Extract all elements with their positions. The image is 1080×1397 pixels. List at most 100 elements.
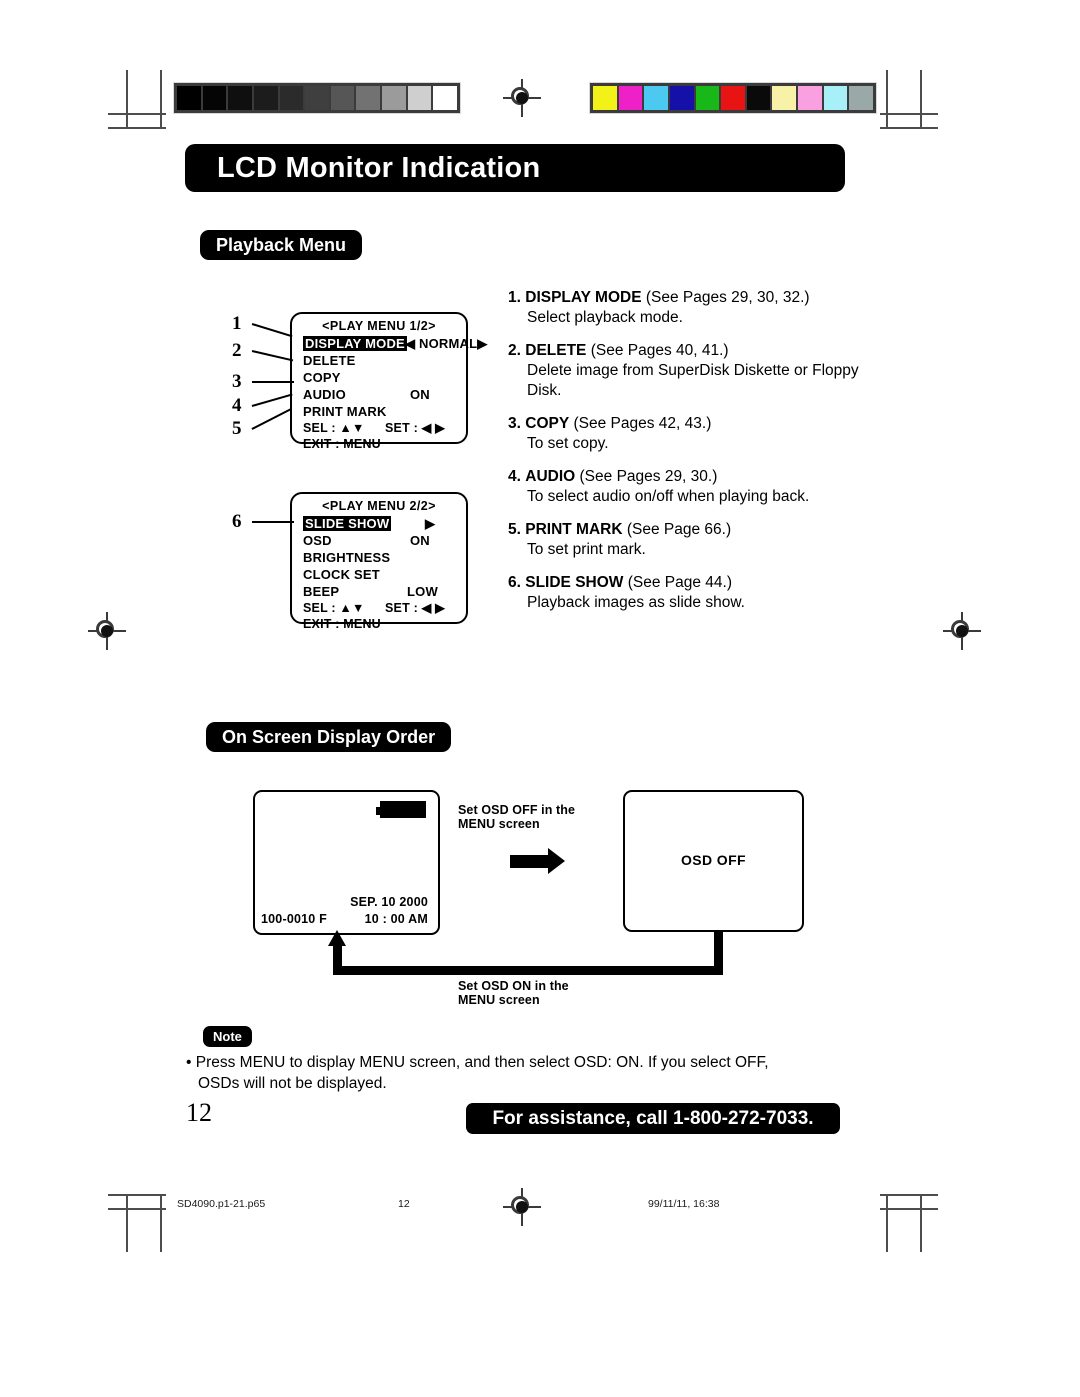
description-ref-4: (See Pages 29, 30.): [579, 468, 718, 485]
description-item-audio: 4. AUDIO (See Pages 29, 30.) To select a…: [508, 467, 868, 507]
description-item-display-mode: 1. DISPLAY MODE (See Pages 29, 30, 32.) …: [508, 288, 868, 328]
page-number: 12: [186, 1098, 212, 1127]
color-swatch-7: [772, 86, 797, 110]
grayscale-swatch-3: [253, 86, 278, 110]
play-menu-screen-2: <PLAY MENU 2/2> SLIDE SHOW ▶ OSD ON BRIG…: [290, 492, 468, 631]
grayscale-swatch-10: [433, 86, 458, 110]
callout-number-2: 2: [232, 340, 242, 361]
leader-line-2: [251, 350, 294, 362]
description-item-delete: 2. DELETE (See Pages 40, 41.) Delete ima…: [508, 341, 868, 401]
callout-number-6: 6: [232, 511, 242, 532]
color-calibration-bar: [589, 82, 877, 114]
menu-item-display-mode[interactable]: DISPLAY MODE ◀ NORMAL▶: [292, 335, 487, 352]
description-number-1: 1.: [508, 289, 521, 306]
description-term-4: AUDIO: [525, 468, 576, 485]
callout-number-5: 5: [232, 418, 242, 439]
description-body-5: To set print mark.: [527, 541, 646, 558]
printer-mark-timestamp: 99/11/11, 16:38: [648, 1198, 720, 1210]
menu-item-osd-value: ON: [410, 533, 430, 548]
play-menu-2-hint-sel-set: SEL : ▲▼ SET : ◀ ▶: [292, 600, 466, 616]
menu-item-print-mark-label: PRINT MARK: [303, 404, 387, 419]
menu-item-copy[interactable]: COPY: [292, 369, 466, 386]
description-number-6: 6.: [508, 574, 521, 591]
description-term-3: COPY: [525, 415, 570, 432]
grayscale-swatch-9: [407, 86, 432, 110]
osd-on-flow-label-line1: Set OSD ON in the: [458, 979, 569, 993]
osd-off-label: OSD OFF: [680, 852, 747, 868]
menu-item-osd-label: OSD: [303, 533, 332, 548]
menu-item-slide-show-value: ▶: [425, 516, 436, 531]
grayscale-swatch-2: [228, 86, 252, 110]
menu-item-delete[interactable]: DELETE: [292, 352, 466, 369]
description-item-slide-show: 6. SLIDE SHOW (See Page 44.) Playback im…: [508, 573, 868, 613]
note-text-line2: OSDs will not be displayed.: [198, 1075, 387, 1092]
play-menu-1-hint-set: SET : ◀ ▶: [385, 421, 445, 435]
registration-target-left: [88, 612, 126, 650]
menu-item-brightness[interactable]: BRIGHTNESS: [292, 549, 466, 566]
play-menu-2-hint-exit: EXIT : MENU: [303, 617, 381, 631]
assistance-banner: For assistance, call 1-800-272-7033.: [466, 1103, 840, 1134]
description-ref-1: (See Pages 29, 30, 32.): [645, 289, 810, 306]
menu-item-brightness-label: BRIGHTNESS: [303, 550, 391, 565]
grayscale-swatch-6: [330, 86, 355, 110]
grayscale-swatch-7: [356, 86, 381, 110]
menu-item-slide-show[interactable]: SLIDE SHOW ▶: [292, 515, 466, 532]
play-menu-2-title: <PLAY MENU 2/2>: [322, 499, 436, 513]
note-badge: Note: [203, 1026, 252, 1047]
registration-target-top-center: [503, 79, 541, 117]
note-text-line1: • Press MENU to display MENU screen, and…: [186, 1054, 769, 1071]
description-number-4: 4.: [508, 468, 521, 485]
description-item-copy: 3. COPY (See Pages 42, 43.) To set copy.: [508, 414, 868, 454]
play-menu-2-hint-sel: SEL : ▲▼: [303, 601, 365, 615]
menu-item-audio-value: ON: [410, 387, 430, 402]
description-body-4: To select audio on/off when playing back…: [527, 488, 810, 505]
description-ref-3: (See Pages 42, 43.): [573, 415, 712, 432]
leader-line-3: [252, 381, 294, 384]
description-ref-5: (See Page 66.): [626, 521, 732, 538]
color-swatch-1: [618, 86, 643, 110]
description-body-3: To set copy.: [527, 435, 609, 452]
menu-item-audio[interactable]: AUDIO ON: [292, 386, 466, 403]
leader-line-6: [252, 521, 294, 524]
color-swatch-10: [849, 86, 874, 110]
menu-item-audio-label: AUDIO: [303, 387, 346, 402]
color-swatch-6: [746, 86, 771, 110]
description-body-6: Playback images as slide show.: [527, 594, 745, 611]
section-heading-playback-menu: Playback Menu: [200, 230, 363, 260]
osd-time-label: 10 : 00 AM: [364, 912, 428, 926]
menu-item-clock-set[interactable]: CLOCK SET: [292, 566, 466, 583]
osd-on-flow-label-line2: MENU screen: [458, 993, 540, 1007]
menu-item-beep[interactable]: BEEP LOW: [292, 583, 466, 600]
menu-item-beep-label: BEEP: [303, 584, 340, 599]
leader-line-5: [251, 408, 292, 431]
osd-off-flow-label: Set OSD OFF in the MENU screen: [458, 803, 575, 831]
description-body-2: Delete image from SuperDisk Diskette or …: [527, 362, 859, 399]
menu-item-copy-label: COPY: [303, 370, 341, 385]
description-term-6: SLIDE SHOW: [525, 574, 624, 591]
menu-item-display-mode-value: ◀ NORMAL▶: [405, 336, 488, 351]
menu-item-slide-show-label: SLIDE SHOW: [303, 516, 392, 531]
osd-off-flow-label-line1: Set OSD OFF in the: [458, 803, 576, 817]
description-number-3: 3.: [508, 415, 521, 432]
osd-file-id-label: 100-0010 F: [261, 912, 327, 926]
color-swatch-4: [695, 86, 720, 110]
leader-line-1: [251, 323, 293, 338]
menu-item-osd[interactable]: OSD ON: [292, 532, 466, 549]
description-term-5: PRINT MARK: [525, 521, 623, 538]
grayscale-swatch-8: [382, 86, 406, 110]
color-swatch-2: [644, 86, 668, 110]
description-term-1: DISPLAY MODE: [525, 289, 642, 306]
menu-item-print-mark[interactable]: PRINT MARK: [292, 403, 466, 420]
color-swatch-9: [823, 86, 848, 110]
osd-screen-off: OSD OFF: [623, 790, 804, 932]
callout-number-4: 4: [232, 395, 242, 416]
color-swatch-8: [798, 86, 822, 110]
section-heading-osd-order: On Screen Display Order: [206, 722, 452, 752]
description-term-2: DELETE: [525, 342, 587, 359]
grayscale-swatch-0: [177, 86, 201, 110]
menu-item-clock-set-label: CLOCK SET: [303, 567, 380, 582]
leader-line-4: [251, 393, 293, 408]
note-text: • Press MENU to display MENU screen, and…: [186, 1052, 886, 1094]
description-number-2: 2.: [508, 342, 521, 359]
grayscale-calibration-bar: [173, 82, 461, 114]
